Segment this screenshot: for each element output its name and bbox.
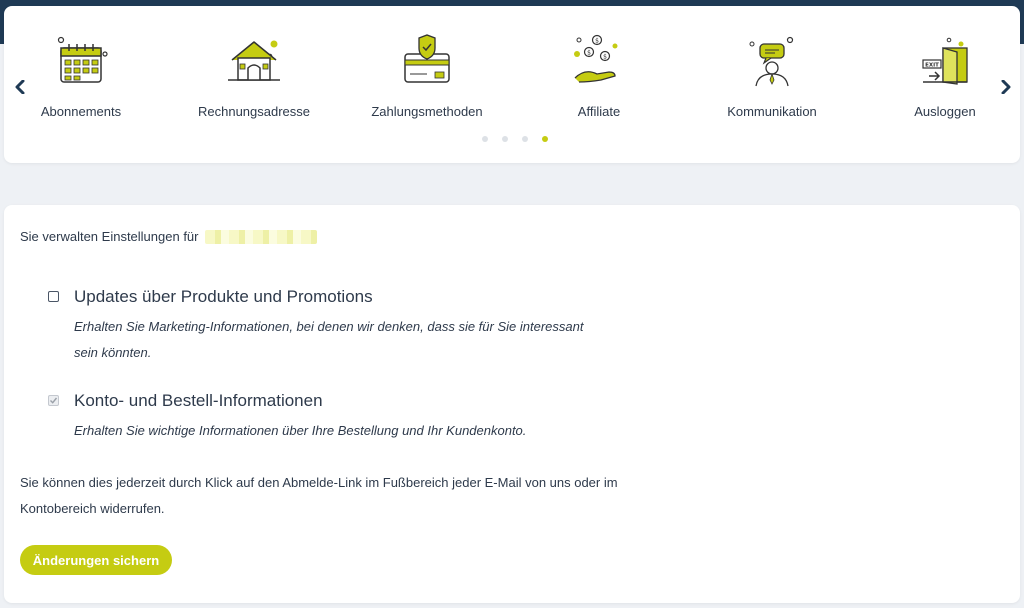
account-nav-carousel: Abonnements Rechnungsadresse Zahlungsmet… — [4, 6, 1020, 163]
marketing-updates-checkbox[interactable] — [48, 291, 59, 302]
nav-item-label: Affiliate — [577, 104, 621, 119]
nav-item-rechnungsadresse[interactable]: Rechnungsadresse — [179, 34, 329, 130]
redacted-email — [204, 229, 317, 244]
communication-settings-card: Sie verwalten Einstellungen für Updates … — [4, 205, 1020, 603]
nav-item-label: Ausloggen — [914, 104, 976, 119]
nav-item-affiliate[interactable]: $ $ $ Affiliate — [524, 34, 674, 130]
exit-door-icon: EXIT — [922, 37, 968, 85]
payment-card-icon — [404, 34, 450, 83]
svg-text:EXIT: EXIT — [925, 63, 939, 69]
chat-person-icon — [749, 36, 794, 87]
svg-text:$: $ — [595, 38, 599, 45]
nav-item-kommunikation[interactable]: Kommunikation — [697, 34, 847, 130]
save-changes-button[interactable]: Änderungen sichern — [20, 545, 172, 575]
checkmark-icon — [50, 397, 58, 404]
carousel-pagination — [482, 136, 548, 142]
settings-intro: Sie verwalten Einstellungen für — [20, 229, 317, 244]
unsubscribe-notice: Sie können dies jederzeit durch Klick au… — [20, 475, 618, 516]
option-description: Erhalten Sie Marketing-Informationen, be… — [74, 319, 584, 360]
option-title: Konto- und Bestell-Informationen — [74, 391, 323, 410]
settings-intro-text: Sie verwalten Einstellungen für — [20, 229, 199, 244]
nav-item-abonnements[interactable]: Abonnements — [6, 34, 156, 130]
option-description: Erhalten Sie wichtige Informationen über… — [74, 423, 527, 438]
svg-text:$: $ — [603, 54, 607, 61]
option-title: Updates über Produkte und Promotions — [74, 287, 373, 306]
nav-item-zahlungsmethoden[interactable]: Zahlungsmethoden — [352, 34, 502, 130]
svg-text:$: $ — [587, 50, 591, 57]
house-icon — [228, 40, 280, 81]
nav-item-label: Zahlungsmethoden — [371, 104, 483, 119]
nav-item-label: Abonnements — [40, 104, 122, 119]
chevron-right-icon — [1001, 80, 1011, 94]
carousel-dot[interactable] — [502, 136, 508, 142]
nav-item-label: Kommunikation — [727, 104, 817, 119]
calendar-icon — [57, 36, 108, 83]
carousel-dot[interactable] — [482, 136, 488, 142]
carousel-dot-active[interactable] — [542, 136, 548, 142]
coins-hand-icon: $ $ $ — [574, 34, 618, 83]
carousel-next-button[interactable] — [998, 76, 1014, 98]
carousel-dot[interactable] — [522, 136, 528, 142]
account-order-info-checkbox[interactable] — [48, 395, 59, 406]
nav-item-label: Rechnungsadresse — [197, 104, 311, 119]
